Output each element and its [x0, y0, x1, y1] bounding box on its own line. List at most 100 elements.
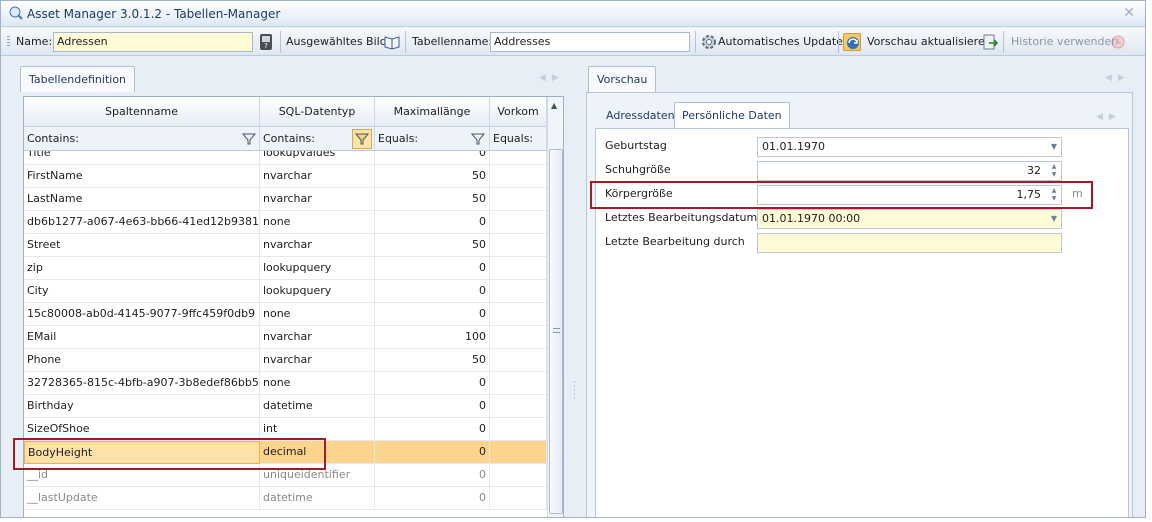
table-cell[interactable]	[490, 372, 547, 395]
table-cell[interactable]	[490, 418, 547, 441]
table-cell[interactable]: decimal	[260, 441, 375, 464]
table-cell[interactable]: none	[260, 303, 375, 326]
table-row[interactable]: Birthday datetime 0	[24, 395, 547, 418]
table-cell[interactable]: Title	[24, 151, 260, 165]
table-cell[interactable]	[490, 395, 547, 418]
table-cell[interactable]	[490, 487, 547, 510]
table-cell[interactable]: EMail	[24, 326, 260, 349]
table-cell[interactable]: City	[24, 280, 260, 303]
filter-icon[interactable]	[471, 132, 485, 146]
name-input[interactable]: Adressen	[53, 32, 253, 52]
auto-update-button[interactable]: Automatisches Update	[718, 28, 843, 56]
table-row[interactable]: City lookupquery 0	[24, 280, 547, 303]
table-cell[interactable]: 100	[375, 326, 490, 349]
table-cell[interactable]	[490, 165, 547, 188]
table-cell[interactable]	[490, 151, 547, 165]
gear-icon[interactable]	[700, 33, 718, 51]
table-cell[interactable]: 0	[375, 303, 490, 326]
inner-tab-nav-icon[interactable]: ◀▶	[1096, 112, 1122, 122]
table-row[interactable]: EMail nvarchar 100	[24, 326, 547, 349]
table-cell[interactable]: nvarchar	[260, 188, 375, 211]
table-cell[interactable]: 50	[375, 165, 490, 188]
chevron-down-icon[interactable]: ▼	[1051, 138, 1057, 156]
table-cell[interactable]: datetime	[260, 487, 375, 510]
filter-cell-spaltenname[interactable]: Contains:	[24, 127, 260, 151]
table-row[interactable]: Street nvarchar 50	[24, 234, 547, 257]
table-cell[interactable]	[490, 464, 547, 487]
grid-vertical-scrollbar[interactable]: ▲	[547, 97, 563, 517]
spinner-icon[interactable]: ▲ ▼	[1049, 163, 1059, 179]
table-cell[interactable]: __id	[24, 464, 260, 487]
table-cell[interactable]	[490, 211, 547, 234]
table-cell[interactable]: 0	[375, 257, 490, 280]
table-cell[interactable]: lookupquery	[260, 257, 375, 280]
col-header-maximallaenge[interactable]: Maximallänge	[375, 97, 490, 127]
table-cell[interactable]: 0	[375, 464, 490, 487]
tab-vorschau[interactable]: Vorschau	[588, 66, 657, 92]
table-cell[interactable]: db6b1277-a067-4e63-bb66-41ed12b93811	[24, 211, 260, 234]
table-cell[interactable]: zip	[24, 257, 260, 280]
table-row[interactable]: 15c80008-ab0d-4145-9077-9ffc459f0db9 none…	[24, 303, 547, 326]
scrollbar-thumb[interactable]	[549, 149, 563, 514]
table-cell[interactable]	[490, 188, 547, 211]
table-cell[interactable]: 50	[375, 234, 490, 257]
table-row[interactable]: 32728365-815c-4bfb-a907-3b8edef86bb5 none…	[24, 372, 547, 395]
panel-splitter[interactable]: · · · · ·	[573, 379, 576, 404]
bearbeitungsdatum-input[interactable]: 01.01.1970 00:00 ▼	[757, 209, 1062, 229]
table-cell[interactable]: 50	[375, 349, 490, 372]
bearbeitung-durch-input[interactable]	[757, 233, 1062, 253]
table-row[interactable]: Title lookupvalues 0	[24, 151, 547, 165]
table-row[interactable]: db6b1277-a067-4e63-bb66-41ed12b93811 none…	[24, 211, 547, 234]
table-cell[interactable]: nvarchar	[260, 165, 375, 188]
filter-icon[interactable]	[352, 129, 372, 149]
table-cell[interactable]	[490, 280, 547, 303]
table-cell[interactable]: none	[260, 372, 375, 395]
history-icon[interactable]	[1109, 33, 1127, 51]
table-cell[interactable]: 50	[375, 188, 490, 211]
table-cell[interactable]: BodyHeight	[24, 441, 260, 464]
filter-cell-maximallaenge[interactable]: Equals:	[375, 127, 490, 151]
col-header-vorkom[interactable]: Vorkom	[490, 97, 547, 127]
tab-persoenliche-daten[interactable]: Persönliche Daten	[674, 102, 790, 128]
table-cell[interactable]	[490, 257, 547, 280]
filter-icon[interactable]	[242, 132, 256, 146]
table-cell[interactable]: SizeOfShoe	[24, 418, 260, 441]
col-header-sql-datentyp[interactable]: SQL-Datentyp	[260, 97, 375, 127]
history-button[interactable]: Historie verwenden	[1011, 28, 1118, 56]
table-row[interactable]: Phone nvarchar 50	[24, 349, 547, 372]
scroll-up-icon[interactable]: ▲	[551, 101, 557, 110]
table-cell[interactable]: FirstName	[24, 165, 260, 188]
table-row[interactable]: LastName nvarchar 50	[24, 188, 547, 211]
table-cell[interactable]: nvarchar	[260, 234, 375, 257]
filter-cell-sql-datentyp[interactable]: Contains:	[260, 127, 375, 151]
table-cell[interactable]: uniqueidentifier	[260, 464, 375, 487]
spinner-icon[interactable]: ▲ ▼	[1049, 187, 1059, 203]
table-cell[interactable]: 0	[375, 151, 490, 165]
table-cell[interactable]	[490, 326, 547, 349]
table-cell[interactable]: 0	[375, 418, 490, 441]
table-cell[interactable]: 0	[375, 395, 490, 418]
table-cell[interactable]: none	[260, 211, 375, 234]
tablename-input[interactable]: Addresses	[490, 32, 690, 52]
table-cell[interactable]: 32728365-815c-4bfb-a907-3b8edef86bb5	[24, 372, 260, 395]
table-cell[interactable]	[490, 303, 547, 326]
table-row[interactable]: BodyHeight decimal 0	[24, 441, 547, 464]
table-cell[interactable]: 0	[375, 211, 490, 234]
table-cell[interactable]: nvarchar	[260, 326, 375, 349]
table-cell[interactable]: 15c80008-ab0d-4145-9077-9ffc459f0db9	[24, 303, 260, 326]
table-cell[interactable]: nvarchar	[260, 349, 375, 372]
table-row[interactable]: SizeOfShoe int 0	[24, 418, 547, 441]
filter-cell-vorkom[interactable]: Equals:	[490, 127, 547, 151]
table-cell[interactable]: 0	[375, 487, 490, 510]
left-tab-nav-icon[interactable]: ◀▶	[539, 73, 565, 83]
close-icon[interactable]: ✕	[1123, 5, 1135, 21]
table-cell[interactable]: Phone	[24, 349, 260, 372]
koerpergroesse-input[interactable]: 1,75 ▲ ▼	[757, 185, 1062, 205]
geburtstag-input[interactable]: 01.01.1970 ▼	[757, 137, 1062, 157]
toolbar-grip-icon[interactable]	[7, 36, 10, 48]
tab-adressdaten[interactable]: Adressdaten	[598, 102, 683, 128]
table-cell[interactable]: lookupvalues	[260, 151, 375, 165]
refresh-preview-button[interactable]: Vorschau aktualisieren	[867, 28, 992, 56]
tab-tabellendefinition[interactable]: Tabellendefinition	[20, 66, 136, 92]
table-cell[interactable]: 0	[375, 441, 490, 464]
